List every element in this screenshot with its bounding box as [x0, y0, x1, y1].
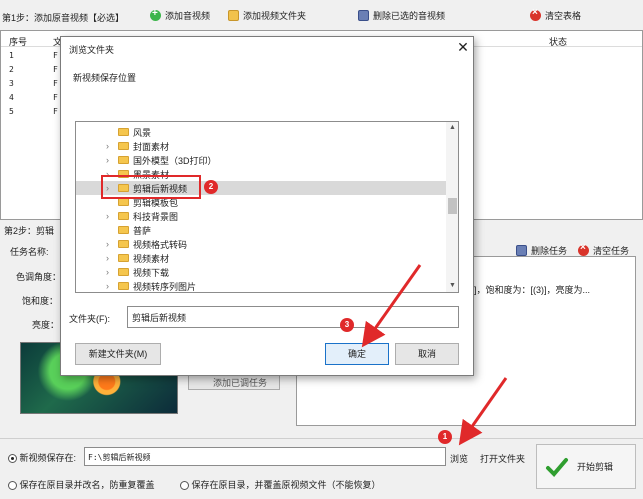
arrow-to-ok — [361, 264, 422, 348]
arrow-to-browse — [458, 377, 508, 446]
annotation-arrows — [361, 264, 508, 446]
